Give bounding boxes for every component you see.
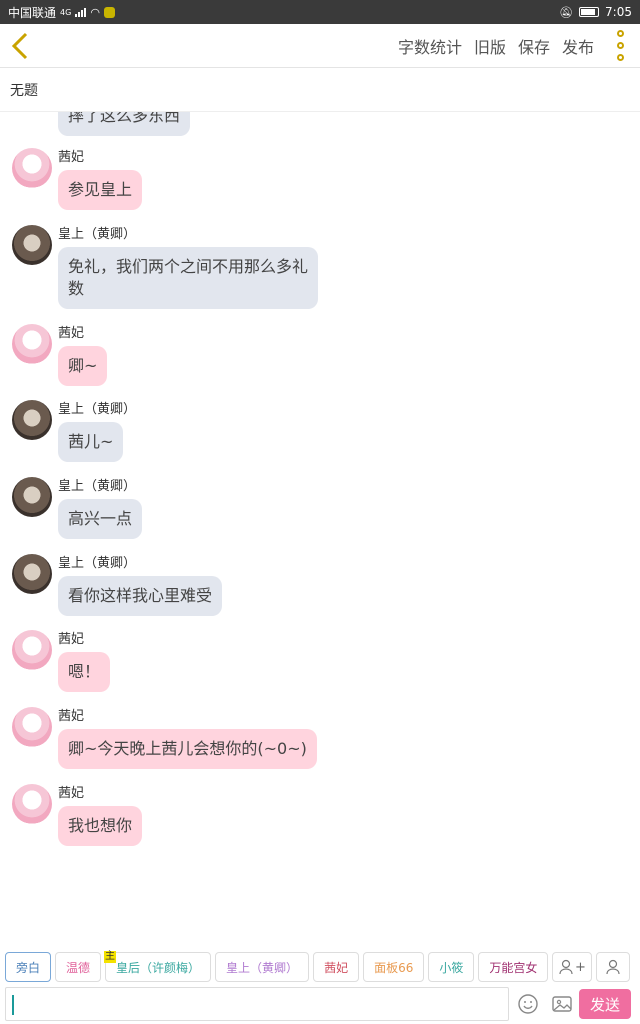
user-add-icon (559, 959, 573, 975)
message-bubble[interactable]: 参见皇上 (58, 170, 143, 210)
sender-name: 茜妃 (58, 632, 85, 647)
avatar[interactable] (12, 554, 52, 594)
role-empress[interactable]: 主皇后（许颜梅） (104, 951, 212, 982)
role-label: 面板66 (374, 960, 414, 975)
chat-message: 茜妃 卿~ (12, 324, 108, 386)
top-toolbar: 字数统计 旧版 保存 发布 (0, 24, 640, 68)
chat-message: 茜妃 参见皇上 (12, 148, 143, 210)
avatar[interactable] (12, 148, 52, 188)
chat-message: 茜妃 我也想你 (12, 784, 143, 846)
role-panel66[interactable]: 面板66 (363, 952, 425, 982)
message-bubble[interactable]: 我也想你 (58, 806, 143, 846)
input-bar: 发送 (0, 984, 640, 1024)
sender-name: 茜妃 (58, 709, 85, 724)
role-label: 皇后（许颜梅） (116, 960, 201, 975)
more-dot-icon (616, 30, 624, 37)
role-emperor[interactable]: 皇上（黄卿） (215, 952, 310, 982)
back-button[interactable] (0, 24, 40, 68)
message-bubble[interactable]: 免礼，我们两个之间不用那么多礼数 (58, 247, 318, 309)
role-label: 温德 (66, 960, 91, 975)
role-label: 小筱 (439, 960, 464, 975)
role-palace-maid[interactable]: 万能宫女 (478, 952, 549, 982)
sender-name: 皇上（黄卿） (58, 479, 137, 494)
role-manage-button[interactable] (596, 952, 631, 982)
chat-message: 茜妃 嗯！ (12, 630, 111, 692)
document-title[interactable]: 无题 (0, 68, 640, 112)
image-icon (552, 996, 572, 1012)
chat-message: 皇上（黄卿） 茜儿~ (12, 400, 136, 462)
vpn-icon (103, 6, 115, 18)
chat-message: 茜妃 卿~今天晚上茜儿会想你的(~0~) (12, 707, 317, 769)
more-dot-icon (616, 42, 624, 49)
sender-name: 皇上（黄卿） (58, 402, 137, 417)
publish-button[interactable]: 发布 (562, 34, 594, 58)
image-button[interactable] (547, 989, 577, 1019)
more-menu-button[interactable] (606, 24, 634, 68)
battery-icon (579, 7, 600, 17)
message-bubble[interactable]: 卿~今天晚上茜儿会想你的(~0~) (58, 729, 317, 769)
avatar[interactable] (12, 477, 52, 517)
chevron-left-icon (11, 32, 28, 59)
message-bubble[interactable]: 嗯！ (58, 652, 111, 692)
chat-message: 皇上（黄卿） 高兴一点 (12, 477, 143, 539)
role-xiaoxiao[interactable]: 小筱 (428, 952, 475, 982)
message-bubble[interactable]: 茜儿~ (58, 422, 124, 462)
chat-list[interactable]: 摔了这么多东西 茜妃 参见皇上 皇上（黄卿） 免礼，我们两个之间不用那么多礼数 … (0, 112, 640, 940)
chat-message: 皇上（黄卿） 看你这样我心里难受 (12, 554, 223, 616)
role-wende[interactable]: 温德 (55, 952, 102, 982)
avatar[interactable] (12, 225, 52, 265)
add-role-plus: + (574, 959, 586, 975)
old-version-button[interactable]: 旧版 (474, 34, 506, 58)
role-label: 万能宫女 (489, 960, 538, 975)
carrier-label: 中国联通 (8, 5, 57, 20)
role-narration[interactable]: 旁白 (5, 952, 52, 982)
main-role-badge: 主 (104, 951, 117, 963)
user-icon (606, 959, 620, 975)
text-caret (12, 995, 14, 1015)
word-count-button[interactable]: 字数统计 (398, 34, 462, 58)
clock: 7:05 (605, 5, 632, 19)
chat-message: 摔了这么多东西 (12, 112, 191, 136)
send-button[interactable]: 发送 (579, 989, 631, 1019)
role-label: 皇上（黄卿） (226, 960, 299, 975)
emoji-button[interactable] (513, 989, 543, 1019)
role-label: 旁白 (16, 960, 41, 975)
chat-message: 皇上（黄卿） 免礼，我们两个之间不用那么多礼数 (12, 225, 318, 309)
role-label: 茜妃 (324, 960, 349, 975)
sender-name: 茜妃 (58, 786, 85, 801)
message-bubble[interactable]: 摔了这么多东西 (58, 112, 191, 136)
network-label: 4G (60, 7, 72, 17)
sender-name: 茜妃 (58, 326, 85, 341)
status-bar: 中国联通 4G ◠ 🔕︎ 7:05 (0, 0, 640, 24)
sender-name: 皇上（黄卿） (58, 556, 137, 571)
message-input[interactable] (5, 987, 509, 1021)
save-button[interactable]: 保存 (518, 34, 550, 58)
avatar[interactable] (12, 400, 52, 440)
message-bubble[interactable]: 看你这样我心里难受 (58, 576, 223, 616)
avatar[interactable] (12, 324, 52, 364)
role-selector: 旁白 温德 主皇后（许颜梅） 皇上（黄卿） 茜妃 面板66 小筱 万能宫女 + (0, 950, 640, 984)
avatar[interactable] (12, 707, 52, 747)
sender-name: 皇上（黄卿） (58, 227, 137, 242)
signal-icon (75, 7, 87, 17)
sender-name: 茜妃 (58, 150, 85, 165)
emoji-icon (518, 994, 538, 1014)
wifi-icon: ◠ (90, 5, 100, 19)
avatar[interactable] (12, 630, 52, 670)
role-qianfei[interactable]: 茜妃 (313, 952, 360, 982)
add-role-button[interactable]: + (552, 952, 593, 982)
avatar[interactable] (12, 784, 52, 824)
message-bubble[interactable]: 卿~ (58, 346, 108, 386)
message-bubble[interactable]: 高兴一点 (58, 499, 143, 539)
mute-icon: 🔕︎ (559, 5, 574, 19)
more-dot-icon (616, 54, 624, 61)
